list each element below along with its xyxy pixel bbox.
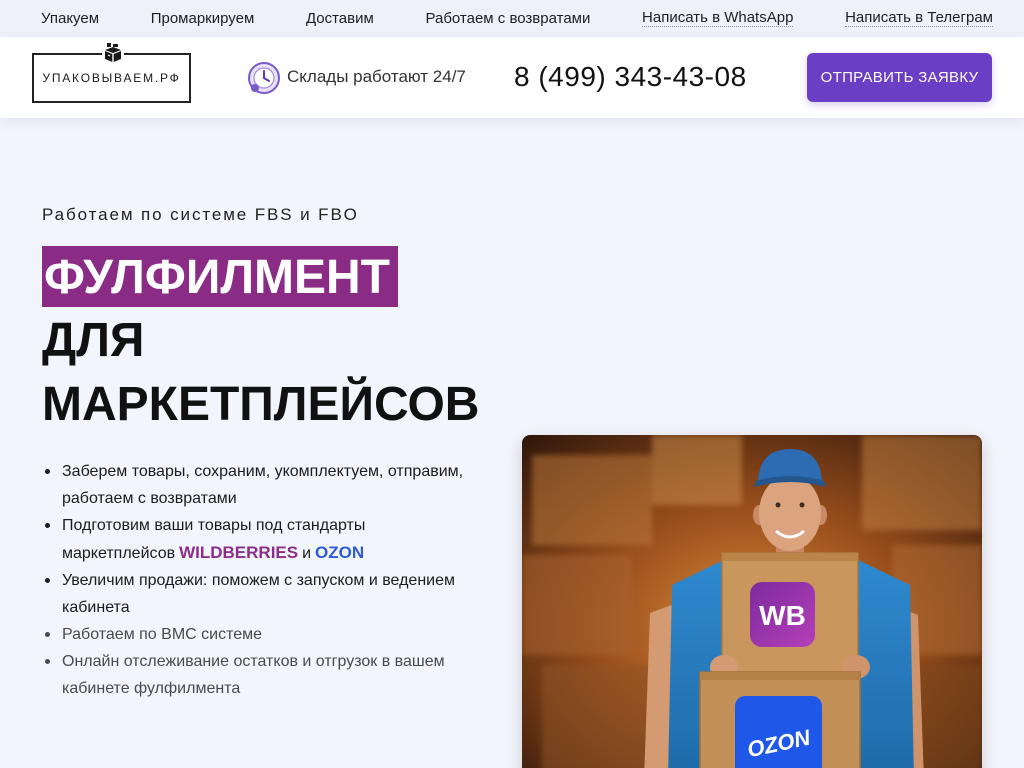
hero-title-line: МАРКЕТПЛЕЙСОВ	[42, 378, 480, 431]
site-header: УПАКОВЫВАЕМ.РФ Склады работают 24/7 8 (4…	[0, 37, 1024, 118]
list-item-text: Увеличим продажи: поможем с запуском и в…	[62, 572, 455, 589]
list-item-text: Работаем по ВМС системе	[62, 626, 263, 643]
nav-item-pack[interactable]: Упакуем	[41, 10, 99, 27]
hero-subtitle: Работаем по системе FBS и FBO	[42, 205, 359, 224]
hero-photo: WB OZON	[522, 435, 982, 768]
whatsapp-link[interactable]: Написать в WhatsApp	[642, 10, 794, 27]
courier-with-boxes-illustration: WB OZON	[522, 435, 982, 768]
ozon-brand: OZON	[315, 543, 365, 562]
list-item-text: маркетплейсов	[62, 545, 176, 562]
phone-number[interactable]: 8 (499) 343-43-08	[514, 59, 747, 95]
feature-list: Заберем товары, сохраним, укомплектуем, …	[42, 458, 463, 702]
send-request-button[interactable]: ОТПРАВИТЬ ЗАЯВКУ	[807, 53, 992, 102]
top-navigation: Упакуем Промаркируем Доставим Работаем с…	[0, 0, 1024, 37]
list-item: Работаем по ВМС системе	[42, 621, 463, 648]
clock-icon	[246, 60, 282, 96]
list-item-text: Заберем товары, сохраним, укомплектуем, …	[62, 463, 464, 480]
list-item: Подготовим ваши товары под стандарты мар…	[42, 512, 463, 567]
list-item-text: кабинете фулфилмента	[62, 680, 241, 697]
list-item: Онлайн отслеживание остатков и отгрузок …	[42, 648, 463, 702]
nav-item-returns[interactable]: Работаем с возвратами	[425, 10, 590, 27]
list-item: Заберем товары, сохраним, укомплектуем, …	[42, 458, 463, 512]
hero-title-highlight: ФУЛФИЛМЕНТ	[42, 246, 398, 307]
list-item-text: работаем с возвратами	[62, 490, 237, 507]
face	[759, 475, 821, 551]
logo[interactable]: УПАКОВЫВАЕМ.РФ	[32, 41, 191, 103]
list-item: Увеличим продажи: поможем с запуском и в…	[42, 567, 463, 621]
list-item-text: Онлайн отслеживание остатков и отгрузок …	[62, 653, 445, 670]
list-item-text-line: маркетплейсов WILDBERRIES и OZON	[62, 539, 463, 567]
wildberries-brand: WILDBERRIES	[179, 543, 299, 562]
conjunction-text: и	[302, 545, 312, 562]
hero-title-line: ДЛЯ	[42, 314, 145, 367]
telegram-link[interactable]: Написать в Телеграм	[845, 10, 993, 27]
nav-item-label[interactable]: Промаркируем	[151, 10, 255, 27]
list-item-text: кабинета	[62, 599, 130, 616]
list-item-text: Подготовим ваши товары под стандарты	[62, 517, 366, 534]
wb-logo-text: WB	[759, 600, 806, 631]
working-hours: Склады работают 24/7	[287, 67, 466, 86]
box-icon	[102, 41, 124, 63]
nav-item-deliver[interactable]: Доставим	[306, 10, 374, 27]
top-navigation-items: Упакуем Промаркируем Доставим Работаем с…	[41, 0, 993, 37]
